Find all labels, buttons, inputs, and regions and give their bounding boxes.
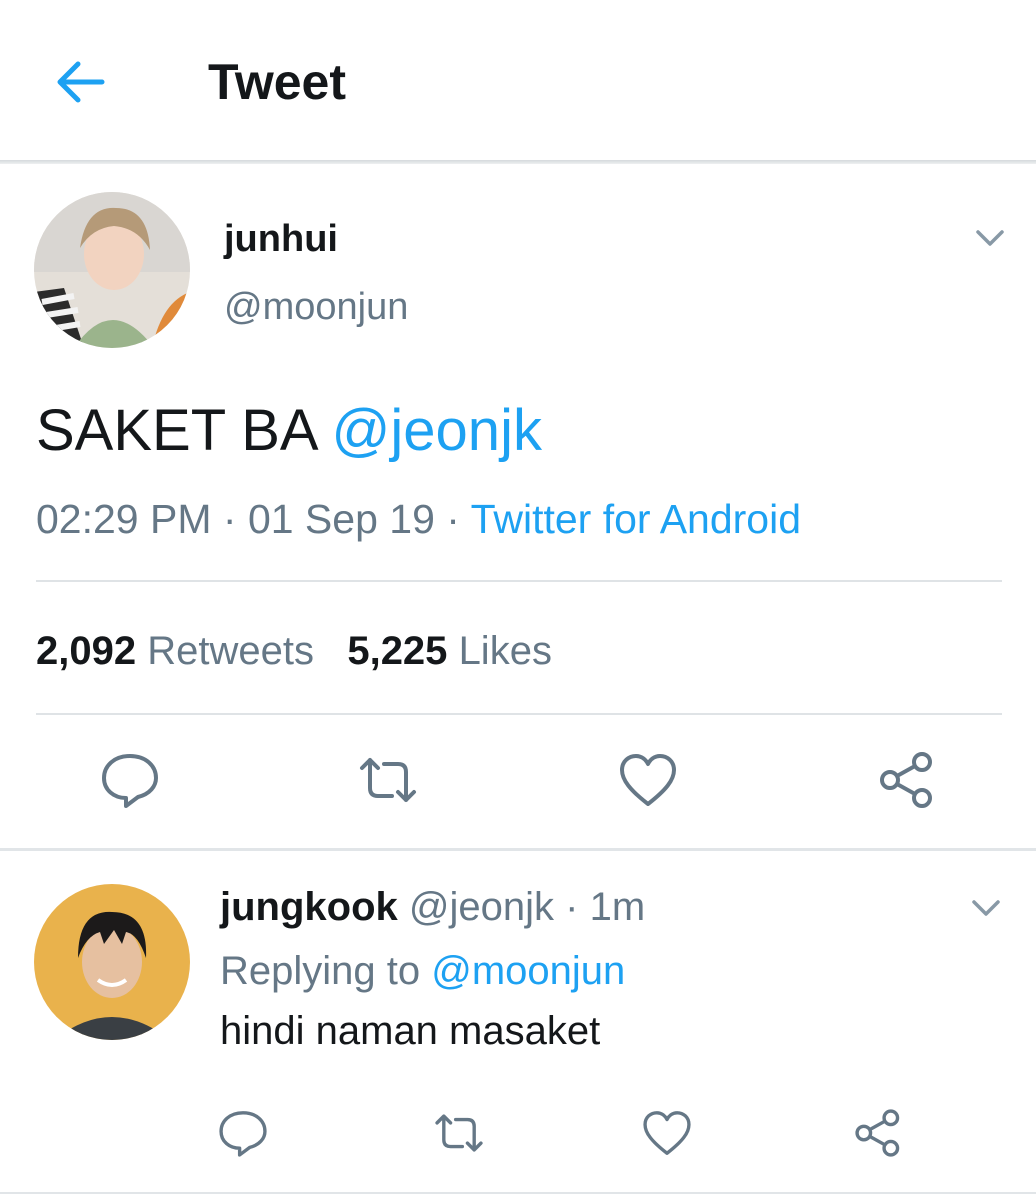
reply-like-button[interactable]: [640, 1106, 694, 1160]
tweet-text: SAKET BA @jeonjk: [36, 396, 542, 466]
reply-icon: [219, 1111, 267, 1157]
divider: [36, 580, 1002, 582]
reply-time: 1m: [589, 885, 646, 929]
reply-author-handle[interactable]: @jeonjk: [409, 885, 554, 929]
replying-to-link[interactable]: @moonjun: [431, 949, 625, 993]
likes-count: 5,225: [347, 629, 448, 673]
retweet-icon: [435, 1114, 483, 1152]
retweets-label: Retweets: [147, 629, 314, 673]
like-icon: [620, 754, 676, 806]
reply-button[interactable]: [98, 748, 162, 812]
mention-link[interactable]: @jeonjk: [332, 398, 542, 463]
bottom-divider: [0, 1192, 1036, 1194]
reply-avatar[interactable]: [34, 884, 190, 1040]
like-button[interactable]: [616, 748, 680, 812]
share-icon: [855, 1109, 900, 1157]
reply-retweet-button[interactable]: [432, 1106, 486, 1160]
tweet-source-link[interactable]: Twitter for Android: [471, 496, 801, 542]
tweet-time: 02:29 PM: [36, 496, 212, 542]
retweet-icon: [360, 758, 416, 802]
page-title: Tweet: [208, 54, 346, 110]
tweet-stats: 2,092 Retweets 5,225 Likes: [36, 626, 552, 676]
retweet-button[interactable]: [356, 748, 420, 812]
share-button[interactable]: [876, 748, 940, 812]
section-separator: [0, 848, 1036, 851]
back-button[interactable]: [50, 52, 110, 112]
reply-menu-button[interactable]: [966, 888, 1006, 928]
replying-label: Replying to: [220, 949, 421, 993]
tweet-text-body: SAKET BA: [36, 398, 332, 463]
like-icon: [643, 1111, 691, 1155]
chevron-down-icon: [976, 230, 1004, 246]
share-icon: [880, 752, 932, 808]
reply-author-name[interactable]: jungkook: [220, 885, 398, 929]
back-arrow-icon: [57, 61, 105, 103]
avatar[interactable]: [34, 192, 190, 348]
likes-label: Likes: [458, 629, 552, 673]
reply-share-button[interactable]: [852, 1106, 906, 1160]
reply-text: hindi naman masaket: [220, 1009, 601, 1053]
avatar-image: [34, 192, 190, 348]
retweets-stat[interactable]: 2,092 Retweets: [36, 629, 314, 673]
likes-stat[interactable]: 5,225 Likes: [347, 629, 552, 673]
header-divider: [0, 160, 1036, 164]
top-app-bar: [0, 0, 1036, 160]
reply-avatar-image: [34, 884, 190, 1040]
chevron-down-icon: [972, 900, 1000, 916]
author-name[interactable]: junhui: [224, 216, 338, 262]
tweet-menu-button[interactable]: [970, 218, 1010, 258]
reply-header: jungkook @jeonjk · 1m: [220, 885, 646, 929]
tweet-metadata: 02:29 PM · 01 Sep 19 · Twitter for Andro…: [36, 496, 802, 542]
author-handle[interactable]: @moonjun: [224, 284, 408, 330]
reply-reply-button[interactable]: [216, 1106, 270, 1160]
divider: [36, 713, 1002, 715]
replying-to: Replying to @moonjun: [220, 946, 625, 996]
tweet-date: 01 Sep 19: [247, 496, 435, 542]
retweets-count: 2,092: [36, 629, 137, 673]
reply-icon: [102, 754, 158, 808]
